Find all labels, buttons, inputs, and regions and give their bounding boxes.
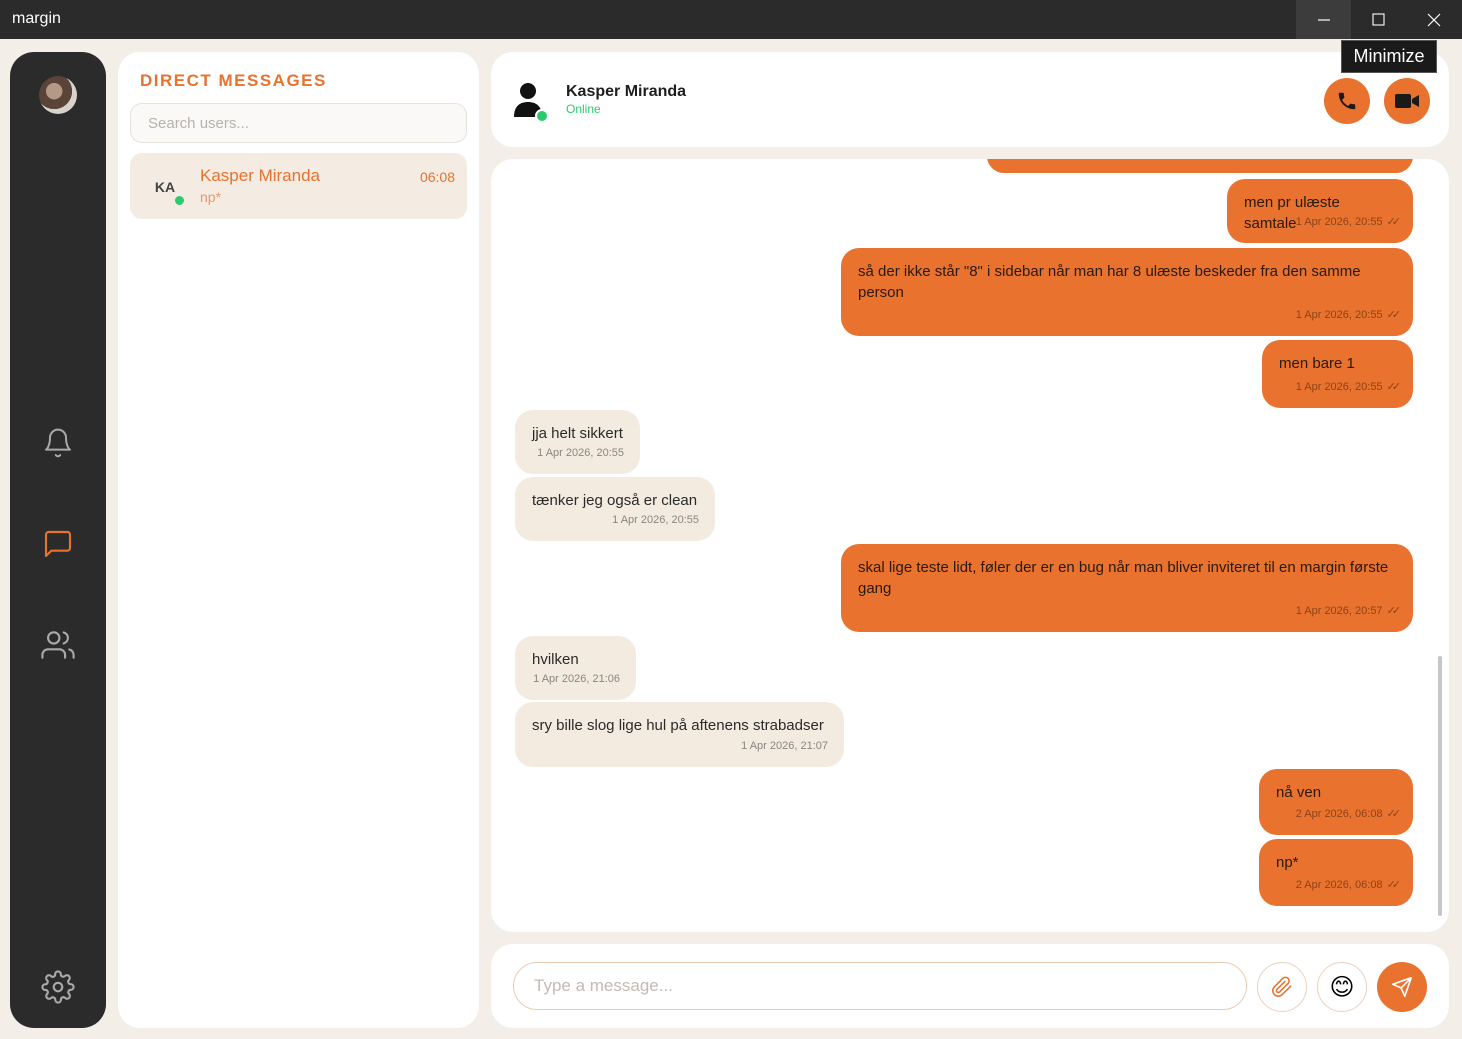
message-time: 1 Apr 2026, 20:57: [1295, 605, 1383, 617]
minimize-icon: [1317, 18, 1330, 21]
message-bubble: nå ven 2 Apr 2026, 06:08 ✓✓: [1259, 769, 1413, 835]
friends-button[interactable]: [40, 627, 76, 663]
message-composer: 😊: [491, 944, 1449, 1028]
chat-icon: [44, 530, 72, 558]
message-meta: 1 Apr 2026, 20:55 ✓✓: [1295, 377, 1402, 398]
gear-icon: [41, 970, 75, 1004]
message-time: 1 Apr 2026, 20:55: [1295, 381, 1383, 393]
message-time: 1 Apr 2026, 21:06: [533, 673, 620, 685]
video-icon: [1395, 94, 1419, 108]
users-icon: [41, 631, 75, 659]
messages-scrollbar[interactable]: [1438, 656, 1442, 916]
read-ticks-icon: ✓✓: [1386, 605, 1402, 617]
contact-status: Online: [566, 102, 601, 116]
message-time: 1 Apr 2026, 20:55: [612, 514, 699, 526]
message-text: hvilken: [532, 651, 579, 668]
message-bubble: jja helt sikkert 1 Apr 2026, 20:55: [515, 410, 640, 474]
message-time: 1 Apr 2026, 20:55: [1295, 216, 1383, 228]
message-text: nå ven: [1276, 784, 1322, 801]
message-text: jja helt sikkert: [532, 425, 623, 442]
read-ticks-icon: ✓✓: [1386, 309, 1402, 321]
close-button[interactable]: [1406, 0, 1461, 39]
message-bubble: skal lige teste lidt, føler der er en bu…: [841, 544, 1413, 632]
message-bubble: np* 2 Apr 2026, 06:08 ✓✓: [1259, 839, 1413, 906]
voice-call-button[interactable]: [1324, 78, 1370, 124]
message-list[interactable]: men pr ulæste samtale 1 Apr 2026, 20:55 ✓…: [491, 159, 1449, 932]
message-time: 1 Apr 2026, 20:55: [537, 447, 624, 459]
message-time: 1 Apr 2026, 20:55: [1295, 309, 1383, 321]
minimize-tooltip: Minimize: [1341, 40, 1437, 73]
read-ticks-icon: ✓✓: [1386, 381, 1402, 393]
message-text: så der ikke står "8" i sidebar når man h…: [858, 263, 1361, 301]
message-bubble-partial: [987, 159, 1413, 173]
title-bar: margin: [0, 0, 1462, 39]
online-indicator: [173, 194, 186, 207]
app-title: margin: [12, 10, 61, 27]
message-text: np*: [1276, 854, 1299, 871]
contact-name: Kasper Miranda: [566, 83, 687, 100]
message-input[interactable]: [513, 962, 1247, 1010]
maximize-button[interactable]: [1351, 0, 1406, 39]
paperclip-icon: [1272, 976, 1292, 997]
message-meta: 1 Apr 2026, 20:55 ✓✓: [1295, 212, 1402, 233]
settings-button[interactable]: [40, 969, 76, 1005]
user-avatar[interactable]: [39, 76, 77, 114]
message-meta: 2 Apr 2026, 06:08 ✓✓: [1295, 804, 1402, 825]
message-bubble: men pr ulæste samtale 1 Apr 2026, 20:55 ✓…: [1227, 179, 1413, 243]
minimize-button[interactable]: [1296, 0, 1351, 39]
message-meta: 1 Apr 2026, 20:57 ✓✓: [1295, 601, 1402, 622]
phone-icon: [1338, 92, 1356, 110]
maximize-icon: [1372, 13, 1385, 26]
message-meta: 1 Apr 2026, 21:06: [533, 669, 620, 690]
conversation-item[interactable]: KA Kasper Miranda np* 06:08: [130, 153, 467, 219]
conversation-preview: np*: [200, 189, 222, 205]
direct-messages-panel: DIRECT MESSAGES KA Kasper Miranda np* 06…: [118, 52, 479, 1028]
search-input[interactable]: [130, 103, 467, 143]
message-time: 1 Apr 2026, 21:07: [741, 740, 828, 752]
message-bubble: sry bille slog lige hul på aftenens stra…: [515, 702, 844, 767]
message-meta: 1 Apr 2026, 20:55: [537, 443, 624, 464]
message-time: 2 Apr 2026, 06:08: [1295, 808, 1383, 820]
panel-title: DIRECT MESSAGES: [140, 71, 327, 90]
close-icon: [1427, 13, 1440, 26]
read-ticks-icon: ✓✓: [1386, 808, 1402, 820]
message-bubble: hvilken 1 Apr 2026, 21:06: [515, 636, 636, 700]
conversation-time: 06:08: [419, 169, 455, 185]
bell-icon: [45, 428, 71, 458]
send-button[interactable]: [1377, 962, 1427, 1012]
message-text: tænker jeg også er clean: [532, 492, 698, 509]
attach-button[interactable]: [1257, 962, 1307, 1012]
message-text: skal lige teste lidt, føler der er en bu…: [858, 559, 1389, 597]
online-indicator: [535, 109, 549, 123]
emoji-button[interactable]: 😊: [1317, 962, 1367, 1012]
conversation-name: Kasper Miranda: [200, 166, 321, 185]
message-meta: 1 Apr 2026, 20:55 ✓✓: [1295, 305, 1402, 326]
message-bubble: tænker jeg også er clean 1 Apr 2026, 20:…: [515, 477, 715, 541]
message-meta: 1 Apr 2026, 20:55: [612, 510, 699, 531]
read-ticks-icon: ✓✓: [1386, 216, 1402, 228]
message-bubble: men bare 1 1 Apr 2026, 20:55 ✓✓: [1262, 340, 1413, 408]
notifications-button[interactable]: [40, 425, 76, 461]
messages-button[interactable]: [40, 526, 76, 562]
message-text: men bare 1: [1279, 355, 1355, 372]
video-call-button[interactable]: [1384, 78, 1430, 124]
message-bubble: så der ikke står "8" i sidebar når man h…: [841, 248, 1413, 336]
message-time: 2 Apr 2026, 06:08: [1295, 879, 1383, 891]
read-ticks-icon: ✓✓: [1386, 879, 1402, 891]
message-text: sry bille slog lige hul på aftenens stra…: [532, 717, 824, 734]
send-icon: [1392, 977, 1412, 997]
message-meta: 1 Apr 2026, 21:07: [741, 736, 828, 757]
emoji-icon: 😊: [1329, 973, 1355, 1001]
nav-rail: [10, 52, 106, 1028]
message-meta: 2 Apr 2026, 06:08 ✓✓: [1295, 875, 1402, 896]
chat-header: Kasper Miranda Online: [491, 52, 1449, 147]
